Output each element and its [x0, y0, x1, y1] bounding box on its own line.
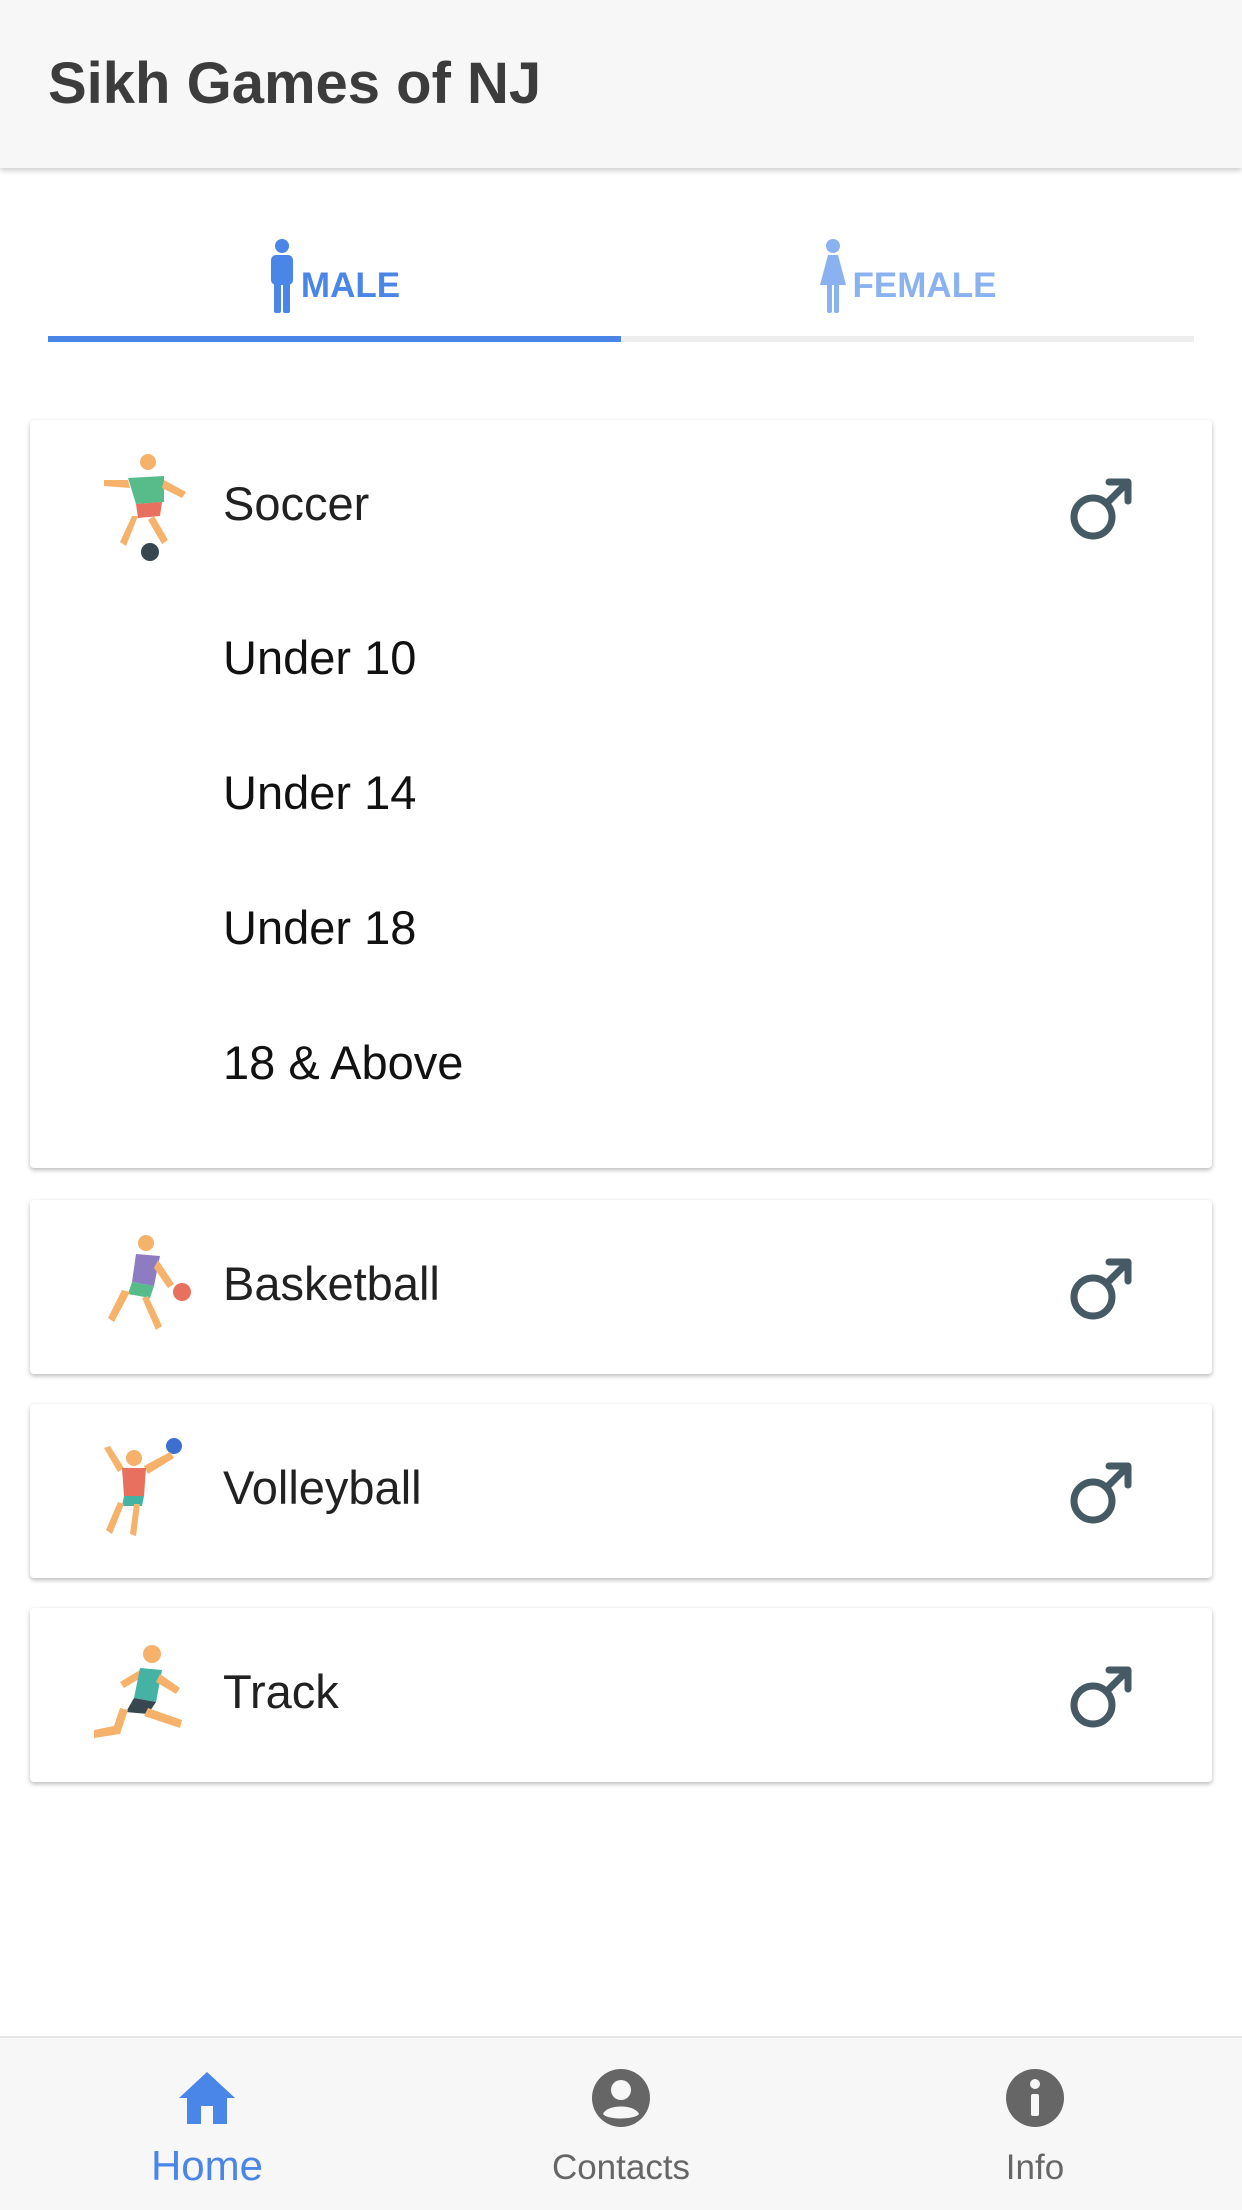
home-icon	[179, 2072, 235, 2124]
volleyball-player-icon	[104, 1438, 182, 1536]
tab-male-label: MALE	[300, 266, 401, 305]
sport-card-volleyball: Volleyball	[30, 1404, 1212, 1578]
male-symbol-icon	[1070, 1666, 1132, 1728]
division-18-and-above[interactable]: 18 & Above	[223, 1035, 463, 1090]
sport-name-basketball: Basketball	[223, 1257, 440, 1310]
female-person-icon	[819, 238, 847, 322]
sport-card-track: Track	[30, 1608, 1212, 1782]
sport-card-basketball: Basketball	[30, 1200, 1212, 1374]
male-symbol-icon	[1070, 1462, 1132, 1524]
basketball-player-icon	[108, 1235, 191, 1330]
nav-info-label: Info	[1005, 2148, 1065, 2187]
sport-name-soccer: Soccer	[223, 477, 370, 530]
tab-female[interactable]: FEMALE	[621, 230, 1194, 342]
app-bar: Sikh Games of NJ	[0, 0, 1242, 168]
tab-selected-indicator	[48, 336, 621, 342]
sport-header-track[interactable]: Track	[30, 1608, 1212, 1784]
division-under-18[interactable]: Under 18	[223, 900, 416, 955]
page-title: Sikh Games of NJ	[48, 51, 542, 116]
nav-info[interactable]: Info	[828, 2038, 1242, 2210]
nav-contacts-label: Contacts	[551, 2148, 691, 2187]
male-person-icon	[269, 238, 295, 322]
sport-card-soccer: Soccer Under 10 Under 14 Under 18 18 & A…	[30, 420, 1212, 1168]
tab-female-label: FEMALE	[852, 266, 997, 305]
nav-contacts[interactable]: Contacts	[414, 2038, 828, 2210]
division-under-10[interactable]: Under 10	[223, 630, 416, 685]
sport-name-volleyball: Volleyball	[223, 1461, 422, 1514]
male-symbol-icon	[1070, 478, 1132, 540]
nav-home[interactable]: Home	[0, 2038, 414, 2210]
info-icon	[1006, 2069, 1064, 2127]
male-symbol-icon	[1070, 1258, 1132, 1320]
nav-home-label: Home	[150, 2142, 264, 2189]
bottom-navigation: Home Contacts Info	[0, 2036, 1242, 2210]
soccer-player-icon	[104, 454, 186, 561]
division-under-14[interactable]: Under 14	[223, 765, 416, 820]
sport-header-basketball[interactable]: Basketball	[30, 1200, 1212, 1376]
sport-name-track: Track	[223, 1665, 339, 1718]
tab-male[interactable]: MALE	[48, 230, 621, 342]
account-circle-icon	[592, 2069, 650, 2127]
runner-icon	[94, 1645, 182, 1738]
gender-tabs: MALE FEMALE	[48, 230, 1194, 342]
sport-header-soccer[interactable]: Soccer	[30, 420, 1212, 596]
sport-header-volleyball[interactable]: Volleyball	[30, 1404, 1212, 1580]
